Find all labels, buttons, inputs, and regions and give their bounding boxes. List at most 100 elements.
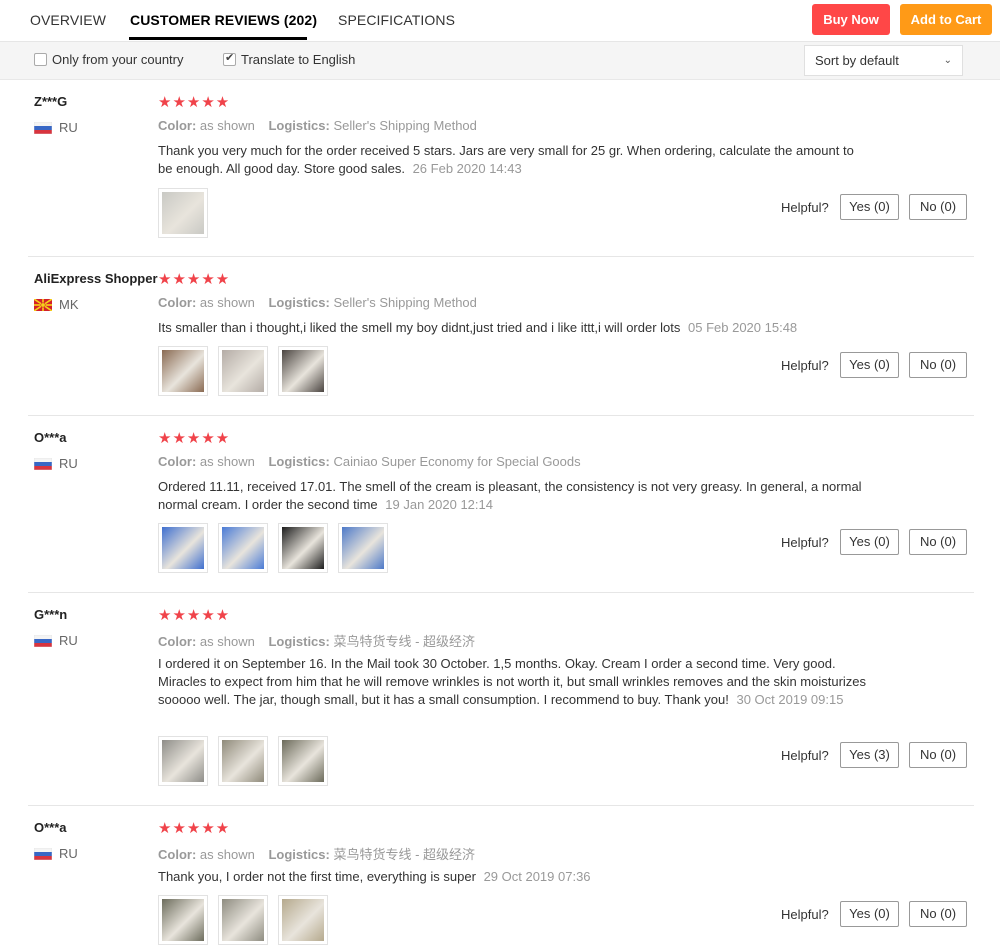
star-rating: ★★★★★: [158, 430, 231, 447]
add-to-cart-button[interactable]: Add to Cart: [900, 4, 992, 35]
helpful-label: Helpful?: [781, 748, 829, 763]
tab-overview[interactable]: OVERVIEW: [30, 12, 106, 28]
country-flag-icon: [33, 634, 53, 648]
review-text: Thank you, I order not the first time, e…: [158, 868, 870, 886]
helpful-yes-button[interactable]: Yes (0): [840, 901, 899, 927]
review-photo-thumbnail[interactable]: [158, 346, 208, 396]
photo-image: [282, 350, 324, 392]
photo-image: [282, 899, 324, 941]
review-photo-thumbnail[interactable]: [218, 346, 268, 396]
photo-image: [222, 740, 264, 782]
sort-select[interactable]: Sort by default ⌄: [804, 45, 963, 76]
color-value: as shown: [199, 118, 255, 133]
only-country-checkbox[interactable]: [34, 53, 47, 66]
review-photo-thumbnail[interactable]: [158, 736, 208, 786]
color-value: as shown: [199, 454, 255, 469]
review-photo-thumbnail[interactable]: [158, 895, 208, 945]
translate-checkbox[interactable]: [223, 51, 236, 66]
helpful-label: Helpful?: [781, 535, 829, 550]
logistics-value: 菜鸟特货专线 - 超级经济: [333, 634, 476, 649]
active-tab-indicator: [129, 37, 307, 40]
tab-bar: OVERVIEW CUSTOMER REVIEWS (202) SPECIFIC…: [0, 0, 1000, 42]
review-photo-thumbnail[interactable]: [278, 523, 328, 573]
photo-image: [342, 527, 384, 569]
reviewer-country: MK: [59, 297, 79, 312]
review-divider: [28, 805, 974, 806]
review-date: 30 Oct 2019 09:15: [736, 692, 844, 707]
review-filter-bar: Only from your country Translate to Engl…: [0, 42, 1000, 80]
tab-customer-reviews[interactable]: CUSTOMER REVIEWS (202): [130, 12, 317, 28]
review-photo-thumbnail[interactable]: [218, 736, 268, 786]
helpful-no-button[interactable]: No (0): [909, 901, 967, 927]
star-rating: ★★★★★: [158, 820, 231, 837]
reviewer-country: RU: [59, 120, 78, 135]
review-divider: [28, 592, 974, 593]
logistics-value: Cainiao Super Economy for Special Goods: [333, 454, 581, 469]
review-photo-thumbnail[interactable]: [338, 523, 388, 573]
country-flag-icon: [33, 298, 53, 312]
helpful-label: Helpful?: [781, 358, 829, 373]
only-country-label[interactable]: Only from your country: [52, 52, 184, 67]
photo-image: [222, 527, 264, 569]
logistics-value: Seller's Shipping Method: [333, 118, 477, 133]
star-rating: ★★★★★: [158, 271, 231, 288]
color-value: as shown: [199, 634, 255, 649]
reviewer-name: G***n: [34, 607, 68, 622]
review-photos: [158, 188, 208, 238]
helpful-yes-button[interactable]: Yes (0): [840, 529, 899, 555]
review-photo-thumbnail[interactable]: [158, 523, 208, 573]
country-flag-icon: [33, 847, 53, 861]
review-body: Ordered 11.11, received 17.01. The smell…: [158, 479, 862, 512]
logistics-label: Logistics:: [268, 295, 330, 310]
review-photo-thumbnail[interactable]: [218, 895, 268, 945]
review-date: 05 Feb 2020 15:48: [688, 320, 798, 335]
helpful-yes-button[interactable]: Yes (0): [840, 352, 899, 378]
review-photo-thumbnail[interactable]: [278, 895, 328, 945]
review-divider: [28, 415, 974, 416]
helpful-yes-button[interactable]: Yes (3): [840, 742, 899, 768]
logistics-value: 菜鸟特货专线 - 超级经济: [333, 847, 476, 862]
buy-now-button[interactable]: Buy Now: [812, 4, 890, 35]
helpful-no-button[interactable]: No (0): [909, 352, 967, 378]
star-rating: ★★★★★: [158, 94, 231, 111]
review-meta: Color: as shown Logistics: Cainiao Super…: [158, 454, 581, 469]
color-value: as shown: [199, 295, 255, 310]
logistics-label: Logistics:: [268, 118, 330, 133]
photo-image: [222, 350, 264, 392]
photo-image: [222, 899, 264, 941]
color-label: Color:: [158, 454, 197, 469]
review-date: 26 Feb 2020 14:43: [412, 161, 522, 176]
review-photos: [158, 523, 388, 573]
review-photo-thumbnail[interactable]: [218, 523, 268, 573]
photo-image: [162, 740, 204, 782]
review-meta: Color: as shown Logistics: Seller's Ship…: [158, 118, 477, 133]
review-photo-thumbnail[interactable]: [278, 736, 328, 786]
review-text: Its smaller than i thought,i liked the s…: [158, 319, 870, 337]
review-photo-thumbnail[interactable]: [158, 188, 208, 238]
review-photos: [158, 346, 328, 396]
reviewer-country: RU: [59, 846, 78, 861]
reviewer-name: O***a: [34, 820, 67, 835]
helpful-no-button[interactable]: No (0): [909, 742, 967, 768]
logistics-value: Seller's Shipping Method: [333, 295, 477, 310]
review-meta: Color: as shown Logistics: 菜鸟特货专线 - 超级经济: [158, 631, 475, 650]
review-text: I ordered it on September 16. In the Mai…: [158, 655, 870, 709]
color-label: Color:: [158, 847, 197, 862]
logistics-label: Logistics:: [268, 454, 330, 469]
photo-image: [162, 899, 204, 941]
color-label: Color:: [158, 634, 197, 649]
helpful-label: Helpful?: [781, 200, 829, 215]
photo-image: [282, 527, 324, 569]
translate-label[interactable]: Translate to English: [241, 52, 355, 67]
helpful-no-button[interactable]: No (0): [909, 194, 967, 220]
color-label: Color:: [158, 118, 197, 133]
review-meta: Color: as shown Logistics: 菜鸟特货专线 - 超级经济: [158, 844, 475, 863]
review-photos: [158, 736, 328, 786]
country-flag-icon: [33, 457, 53, 471]
helpful-label: Helpful?: [781, 907, 829, 922]
review-body: Its smaller than i thought,i liked the s…: [158, 320, 681, 335]
helpful-no-button[interactable]: No (0): [909, 529, 967, 555]
helpful-yes-button[interactable]: Yes (0): [840, 194, 899, 220]
tab-specifications[interactable]: SPECIFICATIONS: [338, 12, 455, 28]
review-photo-thumbnail[interactable]: [278, 346, 328, 396]
